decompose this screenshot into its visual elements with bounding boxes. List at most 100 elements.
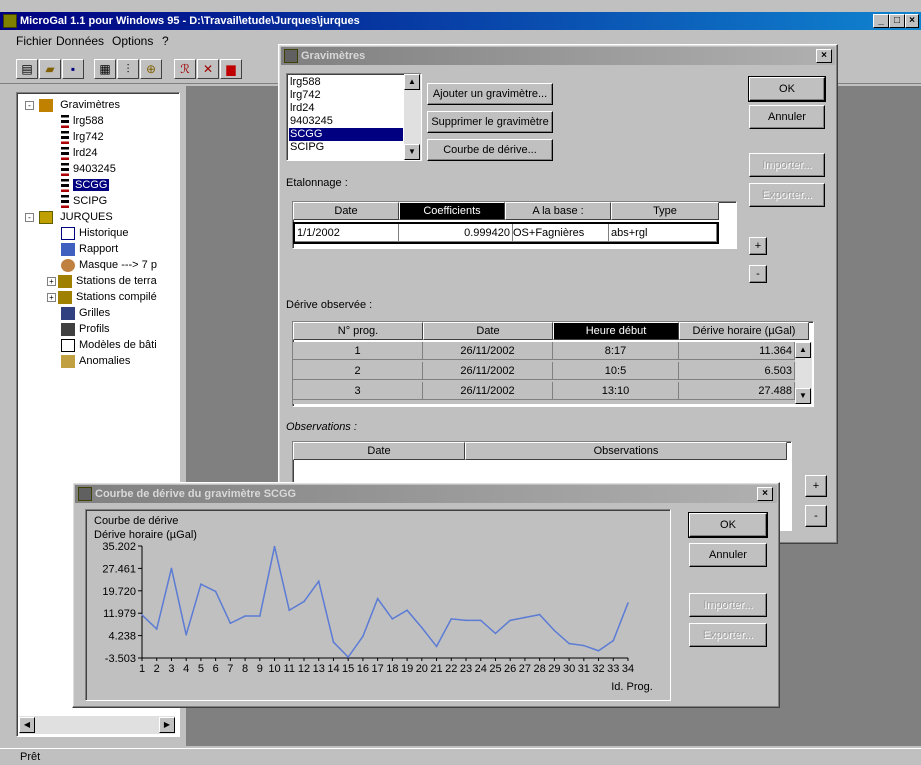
add-observation-button[interactable]: + xyxy=(805,475,827,497)
table-cell[interactable]: abs+rgl xyxy=(609,224,717,242)
table-cell[interactable]: 11.364 xyxy=(679,342,795,360)
gravimeter-icon[interactable]: ⫶ xyxy=(117,59,139,79)
col-header-start-time[interactable]: Heure début xyxy=(553,322,679,340)
new-file-icon[interactable]: ▤ xyxy=(16,59,38,79)
col-header-date[interactable]: Date xyxy=(293,442,465,460)
tree-project-item[interactable]: Anomalies xyxy=(61,353,130,369)
tree-gravimeter-item[interactable]: lrg742 xyxy=(61,129,104,145)
remove-observation-button[interactable]: - xyxy=(805,505,827,527)
table-cell[interactable]: 2 xyxy=(293,362,423,380)
table-cell[interactable]: 13:10 xyxy=(553,382,679,400)
station-icon[interactable]: ⊕ xyxy=(140,59,162,79)
table-cell[interactable]: OS+Fagnières xyxy=(513,224,609,242)
anomaly-icon[interactable]: ▆ xyxy=(220,59,242,79)
table-cell[interactable]: 1 xyxy=(293,342,423,360)
x-tick-label: 11 xyxy=(284,663,295,675)
list-item-selected[interactable]: SCGG xyxy=(289,128,403,141)
tree-project-item[interactable]: + Stations de terra xyxy=(47,273,157,289)
tree-hscrollbar[interactable]: ◀ ▶ xyxy=(19,716,175,734)
table-cell[interactable]: 3 xyxy=(293,382,423,400)
export-button[interactable]: Exporter... xyxy=(689,623,767,647)
table-cell[interactable]: 27.488 xyxy=(679,382,795,400)
import-button[interactable]: Importer... xyxy=(749,153,825,177)
scroll-down-icon[interactable]: ▼ xyxy=(404,144,420,160)
close-icon[interactable]: × xyxy=(757,487,773,501)
menu-options[interactable]: Options xyxy=(112,34,153,48)
export-button[interactable]: Exporter... xyxy=(749,183,825,207)
x-tick-label: 27 xyxy=(519,663,531,675)
list-item[interactable]: lrg588 xyxy=(290,76,321,89)
list-item[interactable]: lrg742 xyxy=(290,89,321,102)
ok-button[interactable]: OK xyxy=(688,512,768,538)
tree-project-item[interactable]: Historique xyxy=(61,225,129,241)
close-button[interactable]: × xyxy=(905,14,919,28)
scroll-up-icon[interactable]: ▲ xyxy=(404,74,420,90)
maximize-button[interactable]: □ xyxy=(889,14,905,28)
listbox-scrollbar[interactable]: ▲ ▼ xyxy=(404,74,421,160)
col-header-base[interactable]: A la base : xyxy=(505,202,611,220)
table-cell[interactable]: 26/11/2002 xyxy=(423,342,553,360)
save-icon[interactable]: ▪ xyxy=(62,59,84,79)
menu-fichier[interactable]: Fichier xyxy=(16,34,52,48)
col-header-drift[interactable]: Dérive horaire (µGal) xyxy=(679,322,809,340)
tree-gravimeter-item-selected[interactable]: SCGG xyxy=(61,177,110,193)
tree-project-item[interactable]: Grilles xyxy=(61,305,110,321)
cancel-button[interactable]: Annuler xyxy=(689,543,767,567)
table-cell[interactable]: 6.503 xyxy=(679,362,795,380)
col-header-coefficients[interactable]: Coefficients xyxy=(399,202,505,220)
gravimeter-icon xyxy=(61,162,69,176)
table-cell[interactable]: 0.999420 xyxy=(399,224,513,242)
list-item[interactable]: lrd24 xyxy=(290,102,314,115)
tree-project-item[interactable]: + Stations compilé xyxy=(47,289,157,305)
tree-gravimeter-item[interactable]: SCIPG xyxy=(61,193,107,209)
remove-etalonnage-button[interactable]: - xyxy=(749,265,767,283)
add-gravimeter-button[interactable]: Ajouter un gravimètre... xyxy=(427,83,553,105)
table-cell[interactable]: 26/11/2002 xyxy=(423,362,553,380)
table-row[interactable]: 1/1/2002 0.999420 OS+Fagnières abs+rgl xyxy=(293,222,719,244)
tree-project-item[interactable]: Masque ---> 7 p xyxy=(61,257,157,273)
tree-project-item[interactable]: Profils xyxy=(61,321,110,337)
table-cell[interactable]: 8:17 xyxy=(553,342,679,360)
x-tick-label: 32 xyxy=(592,663,604,675)
ok-button[interactable]: OK xyxy=(748,76,826,102)
table-cell[interactable]: 1/1/2002 xyxy=(295,224,399,242)
profile-icon[interactable]: ℛ xyxy=(174,59,196,79)
tree-project[interactable]: - JURQUES xyxy=(25,209,113,225)
col-header-date[interactable]: Date xyxy=(293,202,399,220)
etalonnage-grid[interactable]: Date Coefficients A la base : Type 1/1/2… xyxy=(292,201,737,249)
col-header-type[interactable]: Type xyxy=(611,202,719,220)
menu-donnees[interactable]: Données xyxy=(56,34,104,48)
gravimeter-listbox[interactable]: lrg588 lrg742 lrd24 9403245 SCGG SCIPG ▲… xyxy=(286,73,422,161)
cancel-button[interactable]: Annuler xyxy=(749,105,825,129)
list-item[interactable]: 9403245 xyxy=(290,115,333,128)
tree-project-item[interactable]: Rapport xyxy=(61,241,118,257)
open-folder-icon[interactable]: ▰ xyxy=(39,59,61,79)
col-header-prog[interactable]: N° prog. xyxy=(293,322,423,340)
tree-gravimeter-item[interactable]: lrg588 xyxy=(61,113,104,129)
scroll-right-icon[interactable]: ▶ xyxy=(159,717,175,733)
tree-gravimeter-item[interactable]: 9403245 xyxy=(61,161,116,177)
drift-curve-button[interactable]: Courbe de dérive... xyxy=(427,139,553,161)
cross-icon[interactable]: ✕ xyxy=(197,59,219,79)
minimize-button[interactable]: _ xyxy=(873,14,889,28)
scroll-up-icon[interactable]: ▲ xyxy=(795,342,811,358)
tree-gravimetres[interactable]: - Gravimètres xyxy=(25,97,120,113)
remove-gravimeter-button[interactable]: Supprimer le gravimètre xyxy=(427,111,553,133)
add-etalonnage-button[interactable]: + xyxy=(749,237,767,255)
col-header-observations[interactable]: Observations xyxy=(465,442,787,460)
col-header-date[interactable]: Date xyxy=(423,322,553,340)
grid-icon[interactable]: ▦ xyxy=(94,59,116,79)
scroll-left-icon[interactable]: ◀ xyxy=(19,717,35,733)
close-icon[interactable]: × xyxy=(816,49,832,63)
scroll-down-icon[interactable]: ▼ xyxy=(795,388,811,404)
table-cell[interactable]: 10:5 xyxy=(553,362,679,380)
menu-help[interactable]: ? xyxy=(162,34,169,48)
tree-gravimeter-item[interactable]: lrd24 xyxy=(61,145,97,161)
import-button[interactable]: Importer... xyxy=(689,593,767,617)
table-cell[interactable]: 26/11/2002 xyxy=(423,382,553,400)
derive-grid[interactable]: N° prog. Date Heure début Dérive horaire… xyxy=(292,321,814,407)
tree-project-item[interactable]: Modèles de bâti xyxy=(61,337,157,353)
derive-scrollbar[interactable]: ▲ ▼ xyxy=(795,342,812,404)
chart-panel: Courbe de dérive Dérive horaire (µGal) I… xyxy=(85,509,671,701)
list-item[interactable]: SCIPG xyxy=(290,141,324,154)
